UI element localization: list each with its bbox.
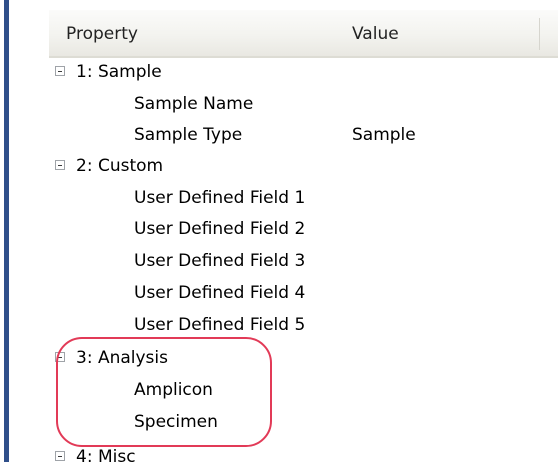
collapse-icon[interactable]	[55, 160, 65, 170]
property-row[interactable]: Amplicon	[49, 374, 558, 406]
property-grid: Property Value 1: Sample Sample Name Sam…	[49, 0, 558, 462]
column-header-property[interactable]: Property	[66, 10, 138, 56]
property-row[interactable]: User Defined Field 5	[49, 309, 558, 341]
group-row-misc[interactable]: 4: Misc	[49, 441, 558, 462]
group-label: 2: Custom	[76, 156, 164, 176]
property-row[interactable]: User Defined Field 3	[49, 245, 558, 277]
property-name: Sample Name	[134, 94, 254, 114]
property-name: User Defined Field 1	[134, 188, 306, 208]
property-name: Sample Type	[134, 125, 243, 145]
property-name: User Defined Field 4	[134, 283, 306, 303]
group-row-sample[interactable]: 1: Sample	[49, 56, 558, 88]
window-left-border	[4, 0, 9, 462]
collapse-icon[interactable]	[55, 352, 65, 362]
property-row[interactable]: User Defined Field 1	[49, 182, 558, 214]
column-header-value[interactable]: Value	[352, 10, 399, 56]
group-row-custom[interactable]: 2: Custom	[49, 150, 558, 182]
grid-header: Property Value	[49, 10, 558, 58]
collapse-icon[interactable]	[55, 451, 65, 461]
property-name: Specimen	[134, 412, 218, 432]
group-row-analysis[interactable]: 3: Analysis	[49, 342, 558, 374]
group-label: 3: Analysis	[76, 348, 168, 368]
property-value[interactable]: Sample	[352, 119, 416, 151]
property-row[interactable]: User Defined Field 2	[49, 213, 558, 245]
property-row[interactable]: Specimen	[49, 406, 558, 438]
property-name: User Defined Field 3	[134, 251, 306, 271]
property-name: User Defined Field 2	[134, 219, 306, 239]
group-label: 1: Sample	[76, 62, 162, 82]
collapse-icon[interactable]	[55, 66, 65, 76]
property-row[interactable]: User Defined Field 4	[49, 277, 558, 309]
property-name: User Defined Field 5	[134, 315, 306, 335]
property-row[interactable]: Sample Type Sample	[49, 119, 558, 151]
column-divider[interactable]	[539, 18, 540, 50]
group-label: 4: Misc	[76, 447, 136, 462]
property-name: Amplicon	[134, 380, 213, 400]
property-row[interactable]: Sample Name	[49, 88, 558, 120]
